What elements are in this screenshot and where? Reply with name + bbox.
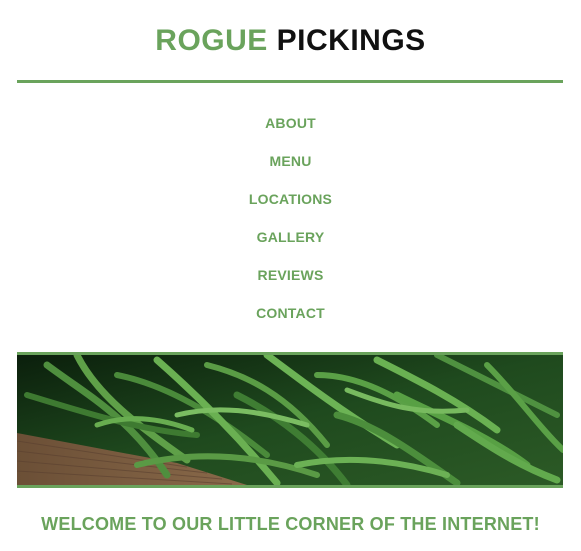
page: ROGUE PICKINGS ABOUT MENU LOCATIONS GALL… xyxy=(0,0,581,551)
nav-item-reviews[interactable]: REVIEWS xyxy=(0,266,581,304)
site-logo[interactable]: ROGUE PICKINGS xyxy=(0,24,581,58)
hero-image-green-beans xyxy=(17,352,563,488)
main-nav: ABOUT MENU LOCATIONS GALLERY REVIEWS CON… xyxy=(0,114,581,342)
nav-item-contact[interactable]: CONTACT xyxy=(0,304,581,342)
nav-item-gallery[interactable]: GALLERY xyxy=(0,228,581,266)
nav-item-about[interactable]: ABOUT xyxy=(0,114,581,152)
green-beans-photo xyxy=(17,355,563,485)
logo-word-rogue: ROGUE xyxy=(155,24,268,57)
header-divider xyxy=(17,80,563,83)
nav-item-locations[interactable]: LOCATIONS xyxy=(0,190,581,228)
logo-word-pickings: PICKINGS xyxy=(276,24,426,57)
welcome-heading: WELCOME TO OUR LITTLE CORNER OF THE INTE… xyxy=(41,514,540,534)
nav-item-menu[interactable]: MENU xyxy=(0,152,581,190)
